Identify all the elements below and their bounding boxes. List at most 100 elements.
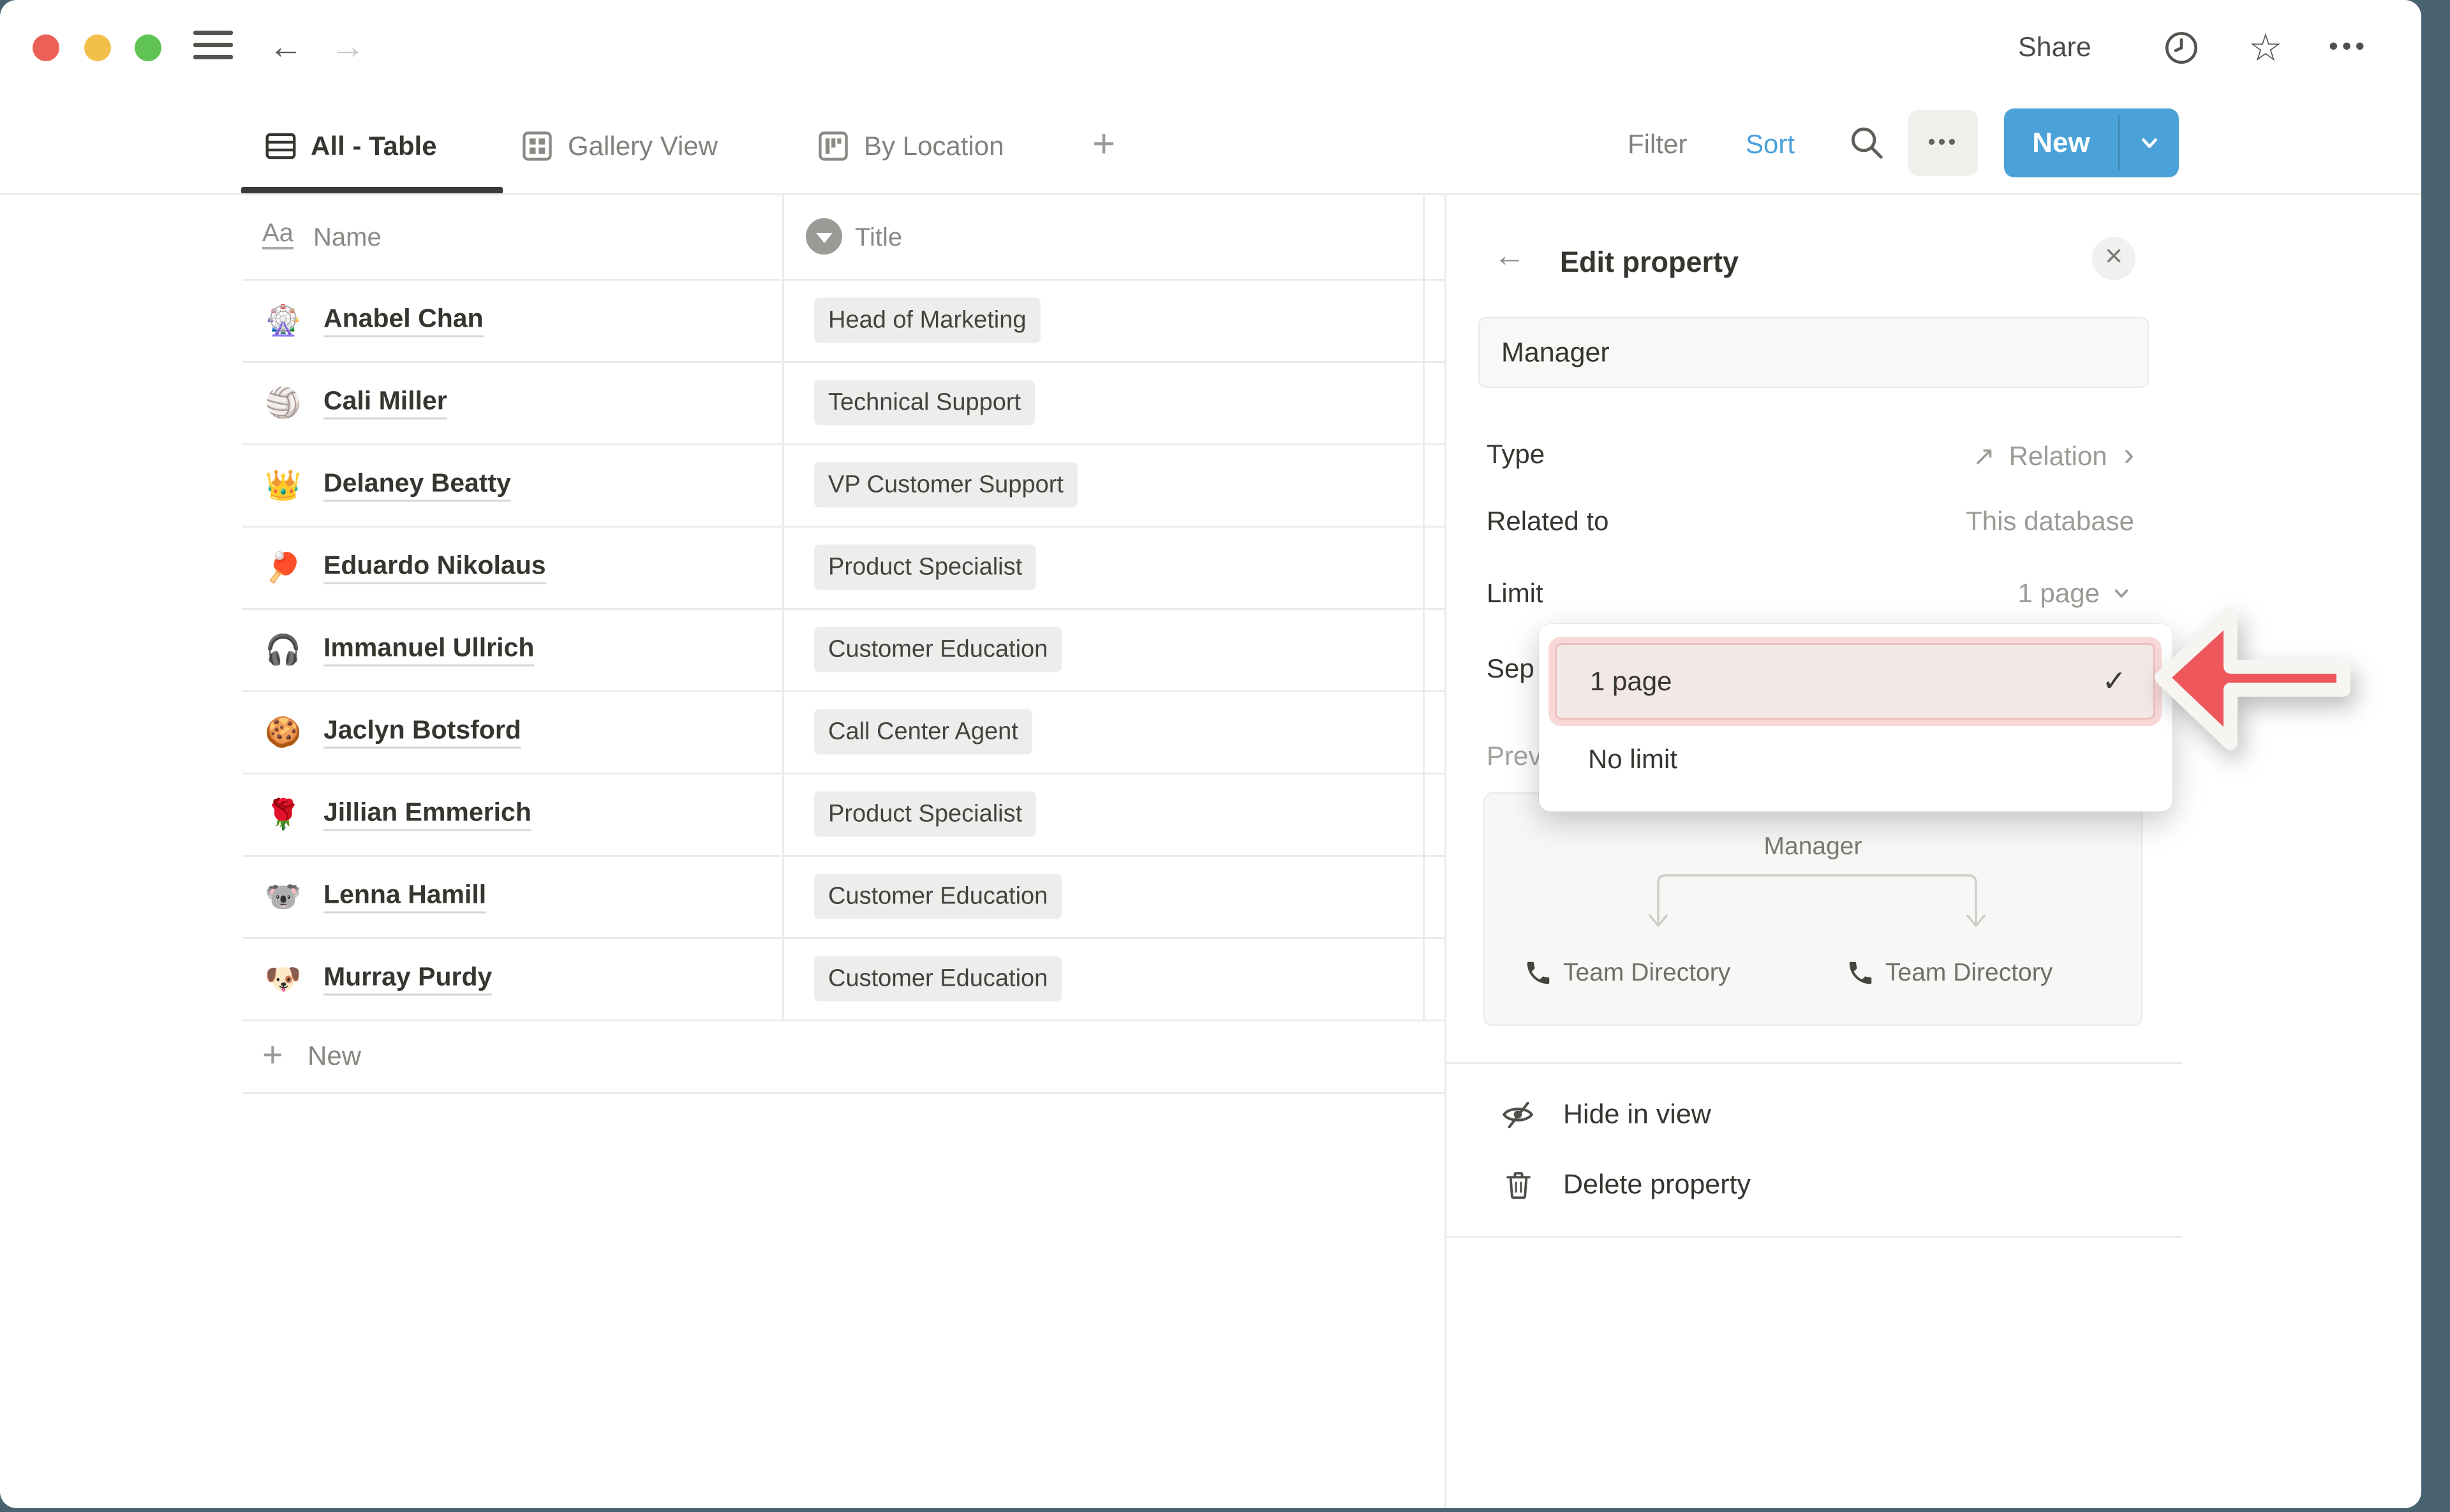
favorite-star-icon[interactable]: ☆ (2248, 26, 2283, 70)
row-title-tag: Customer Education (814, 626, 1062, 672)
property-name-value: Manager (1501, 337, 1610, 368)
row-name-link[interactable]: Delaney Beatty (323, 468, 511, 501)
tabbar-divider (0, 193, 2421, 195)
phone-icon (1846, 958, 1875, 988)
property-name-input[interactable]: Manager (1478, 317, 2149, 388)
row-title-tag: Customer Education (814, 956, 1062, 1001)
row-emoji: 🎧 (265, 635, 301, 664)
table-row[interactable]: 🍪 Jaclyn Botsford Call Center Agent (0, 690, 1444, 773)
filter-button[interactable]: Filter (1628, 129, 1687, 159)
preview-node-label: Manager (1764, 833, 1862, 861)
new-button-group: New (2004, 108, 2179, 177)
panel-section-divider (1446, 1236, 2182, 1238)
text-property-icon: Aa (262, 219, 293, 249)
row-name-link[interactable]: Murray Purdy (323, 961, 492, 995)
sort-button[interactable]: Sort (1746, 129, 1795, 159)
check-icon: ✓ (2102, 663, 2127, 698)
row-emoji: 🏐 (265, 388, 301, 417)
row-name-link[interactable]: Anabel Chan (323, 303, 484, 337)
row-emoji: 🎡 (265, 306, 301, 335)
view-options-button[interactable]: ••• (1908, 110, 1978, 176)
field-limit-value: 1 page (2018, 578, 2134, 609)
row-emoji: 🌹 (265, 799, 301, 829)
table-row[interactable]: 🏓 Eduardo Nikolaus Product Specialist (0, 526, 1444, 608)
table-row[interactable]: 🎧 Immanuel Ullrich Customer Education (0, 608, 1444, 690)
dropdown-option-no-limit[interactable]: No limit (1555, 726, 2155, 792)
column-divider (782, 195, 784, 1019)
table-row[interactable]: 👑 Delaney Beatty VP Customer Support (0, 443, 1444, 526)
window-zoom-button[interactable] (135, 34, 161, 61)
new-button[interactable]: New (2004, 108, 2118, 177)
sidebar-menu-icon[interactable] (193, 23, 233, 67)
row-emoji: 🏓 (265, 552, 301, 582)
row-name-link[interactable]: Jillian Emmerich (323, 797, 531, 831)
tab-all-table[interactable]: All - Table (311, 131, 437, 161)
field-related-row[interactable]: Related to This database (1478, 488, 2149, 554)
share-button[interactable]: Share (2018, 32, 2091, 63)
history-back-button[interactable]: ← (269, 29, 303, 64)
trash-icon (1501, 1167, 1536, 1202)
row-name-link[interactable]: Immanuel Ullrich (323, 632, 534, 666)
more-options-icon[interactable]: ••• (2329, 31, 2368, 61)
new-dropdown-button[interactable] (2120, 108, 2179, 177)
tab-gallery-view[interactable]: Gallery View (568, 131, 718, 161)
row-name-link[interactable]: Cali Miller (323, 385, 447, 419)
dropdown-option-1-page[interactable]: 1 page ✓ (1555, 643, 2155, 720)
history-forward-button[interactable]: → (330, 29, 365, 64)
tab-by-location[interactable]: By Location (864, 131, 1004, 161)
relation-preview-card: Manager Team Directory Team Directory (1483, 792, 2142, 1026)
view-options-dots-icon: ••• (1928, 130, 1959, 155)
row-title-tag: Product Specialist (814, 791, 1036, 836)
preview-child-label: Team Directory (1563, 959, 1730, 987)
chevron-down-icon (2109, 581, 2134, 606)
panel-close-button[interactable]: × (2092, 237, 2135, 280)
hide-in-view-button[interactable]: Hide in view (1467, 1079, 2163, 1150)
row-emoji: 👑 (265, 470, 301, 500)
window-minimize-button[interactable] (84, 34, 111, 61)
table-row[interactable]: 🏐 Cali Miller Technical Support (0, 361, 1444, 443)
close-icon: × (2105, 239, 2123, 274)
field-related-label: Related to (1487, 506, 1608, 537)
column-header-name[interactable]: Name (313, 223, 382, 252)
relation-bracket-graphic (1635, 866, 1992, 937)
column-header-title[interactable]: Title (855, 223, 902, 252)
add-row-label: New (308, 1041, 361, 1071)
updates-clock-icon[interactable] (2161, 27, 2202, 68)
phone-icon (1524, 958, 1553, 988)
field-type-value: ↗ Relation › (1973, 436, 2134, 473)
field-type-row[interactable]: Type ↗ Relation › (1478, 421, 2149, 487)
eye-off-icon (1499, 1096, 1536, 1133)
row-name-link[interactable]: Eduardo Nikolaus (323, 550, 546, 584)
preview-child-label: Team Directory (1885, 959, 2053, 987)
table-row[interactable]: 🐶 Murray Purdy Customer Education (0, 937, 1444, 1019)
dropdown-option-label: 1 page (1590, 666, 1672, 697)
delete-property-button[interactable]: Delete property (1467, 1150, 2163, 1220)
add-view-button[interactable]: + (1092, 121, 1115, 167)
chevron-right-icon: › (2123, 436, 2134, 472)
row-emoji: 🐶 (265, 964, 301, 993)
chevron-down-icon (2135, 128, 2164, 158)
table-row[interactable]: 🌹 Jillian Emmerich Product Specialist (0, 773, 1444, 855)
select-property-icon (806, 218, 842, 255)
dropdown-option-label: No limit (1588, 744, 1677, 775)
row-title-tag: Customer Education (814, 873, 1062, 919)
plus-icon: + (262, 1034, 283, 1075)
panel-back-button[interactable]: ← (1494, 239, 1526, 271)
table-row[interactable]: 🎡 Anabel Chan Head of Marketing (0, 279, 1444, 361)
hide-in-view-label: Hide in view (1563, 1099, 1711, 1130)
field-separate-label-clipped: Sep (1487, 653, 1534, 684)
add-row-button[interactable]: + New (0, 1019, 1444, 1092)
search-icon[interactable] (1846, 122, 1886, 162)
notion-window: ← → Share ☆ ••• All - Table Gallery View… (0, 0, 2421, 1508)
table-right-border (1423, 195, 1425, 1019)
panel-section-divider (1446, 1062, 2182, 1064)
row-name-link[interactable]: Jaclyn Botsford (323, 715, 521, 748)
field-limit-row[interactable]: Limit 1 page (1478, 560, 2149, 626)
row-name-link[interactable]: Lenna Hamill (323, 879, 486, 913)
window-close-button[interactable] (33, 34, 59, 61)
limit-dropdown-menu: 1 page ✓ No limit (1539, 624, 2172, 812)
row-title-tag: VP Customer Support (814, 462, 1078, 507)
field-type-label: Type (1487, 439, 1545, 470)
table-icon (262, 128, 299, 165)
table-row[interactable]: 🐨 Lenna Hamill Customer Education (0, 855, 1444, 937)
